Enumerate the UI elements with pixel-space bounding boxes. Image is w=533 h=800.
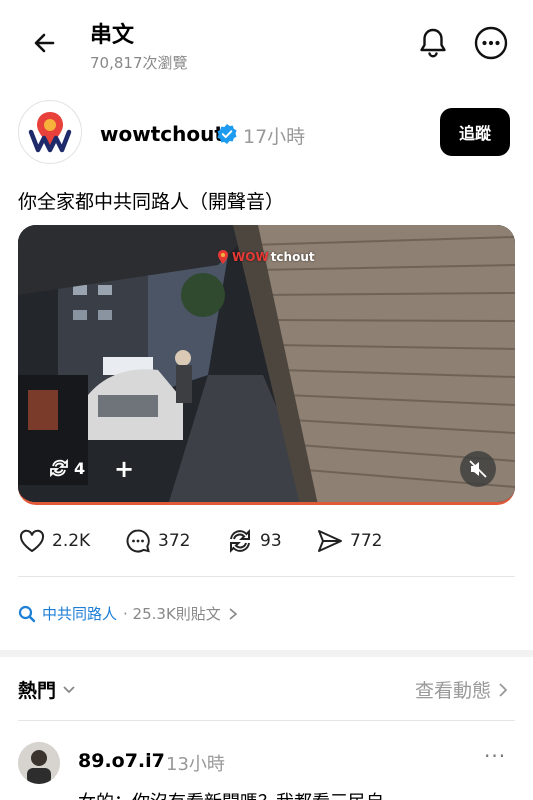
reply-sort-row: 熱門 查看動態 <box>0 668 533 708</box>
share-button[interactable]: 772 <box>316 524 382 558</box>
send-icon <box>318 530 342 552</box>
video-watermark: WOW tchout <box>216 249 315 265</box>
like-count: 2.2K <box>52 531 91 551</box>
see-activity-label: 查看動態 <box>414 680 491 702</box>
topic-meta: · 25.3K則貼文 <box>123 605 221 623</box>
post-author-row: wowtchout 17小時 追蹤 <box>0 100 533 166</box>
search-icon <box>18 605 36 622</box>
user-photo-icon <box>18 742 60 784</box>
back-button[interactable] <box>28 26 62 60</box>
post-time: 17小時 <box>243 126 306 148</box>
video-frame <box>18 225 515 502</box>
post-text: 你全家都中共同路人（開聲音） <box>18 191 285 213</box>
topic-name: 中共同路人 <box>42 605 118 623</box>
like-button[interactable]: 2.2K <box>18 524 90 558</box>
reply-count: 372 <box>158 531 191 551</box>
post-actions: 2.2K 372 93 772 <box>0 524 533 558</box>
more-options-button[interactable] <box>472 24 510 62</box>
reply-item: 89.o7.i7 13小時 ··· 女的：你沒有看新聞嗎？我都看三民自 <box>0 738 533 800</box>
reply-text: 女的：你沒有看新聞嗎？我都看三民自 <box>78 788 384 800</box>
repost-icon <box>230 529 250 553</box>
carousel-count: 4 <box>74 458 86 478</box>
sort-label: 熱門 <box>18 680 57 702</box>
chevron-down-icon <box>63 685 75 693</box>
sort-dropdown[interactable]: 熱門 <box>18 676 76 703</box>
comment-icon <box>126 529 150 553</box>
add-button[interactable]: + <box>108 453 140 485</box>
verified-badge-icon <box>217 124 237 144</box>
repost-count: 93 <box>260 531 282 551</box>
reply-more-button[interactable]: ··· <box>484 744 506 768</box>
watermark-text-white: tchout <box>270 250 315 264</box>
reply-button[interactable]: 372 <box>124 524 190 558</box>
section-separator <box>0 650 533 657</box>
author-username[interactable]: wowtchout <box>100 122 224 146</box>
see-activity-link[interactable]: 查看動態 <box>415 676 509 703</box>
divider <box>18 576 515 577</box>
mute-button[interactable] <box>460 451 496 487</box>
pin-logo-icon <box>218 250 228 264</box>
chevron-right-icon <box>499 682 508 697</box>
share-count: 772 <box>350 531 383 551</box>
location-pin-logo-icon <box>28 112 72 153</box>
arrow-left-icon <box>34 33 55 53</box>
chevron-right-icon <box>229 607 238 620</box>
heart-icon <box>19 529 45 553</box>
divider <box>18 720 515 721</box>
more-icon <box>474 26 508 60</box>
reply-avatar[interactable] <box>18 742 60 784</box>
watermark-text-red: WOW <box>232 250 269 264</box>
reply-username[interactable]: 89.o7.i7 <box>78 750 165 772</box>
repost-button[interactable]: 93 <box>226 524 282 558</box>
speaker-muted-icon <box>469 460 487 478</box>
notification-button[interactable] <box>414 24 452 62</box>
author-avatar[interactable] <box>18 100 82 164</box>
post-video[interactable]: WOW tchout 4 + <box>18 225 515 505</box>
follow-button[interactable]: 追蹤 <box>440 108 510 156</box>
repost-icon <box>50 458 68 478</box>
view-count: 70,817次瀏覽 <box>90 54 188 72</box>
page-title: 串文 <box>90 23 135 48</box>
carousel-count-badge[interactable]: 4 <box>48 457 85 479</box>
reply-time: 13小時 <box>166 754 225 775</box>
topic-link[interactable]: 中共同路人 · 25.3K則貼文 <box>18 603 239 624</box>
top-bar: 串文 70,817次瀏覽 <box>0 0 533 88</box>
bell-icon <box>420 28 446 58</box>
